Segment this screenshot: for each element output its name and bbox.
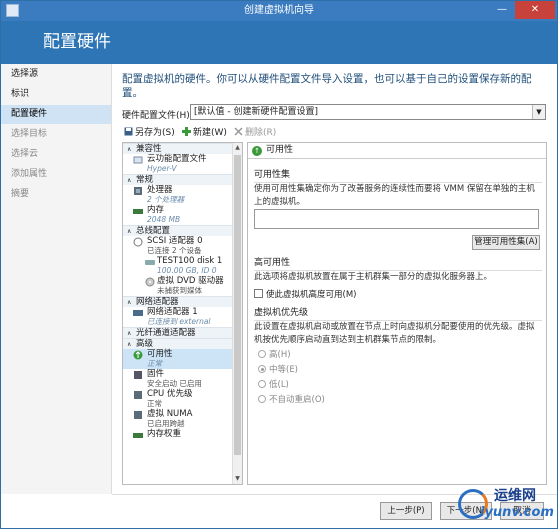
scroll-thumb[interactable] — [234, 155, 241, 455]
delete-icon — [234, 126, 243, 136]
tree-category-compat[interactable]: ∧ 兼容性 — [123, 143, 242, 154]
wizard-nav: 选择源 标识 配置硬件 选择目标 选择云 添加属性 摘要 — [1, 64, 112, 494]
close-button[interactable]: ✕ — [515, 1, 555, 19]
nav-item-destination: 选择目标 — [11, 129, 48, 139]
tree-item-availability[interactable]: 可用性 正常 — [123, 349, 242, 369]
manage-availability-sets-button[interactable]: 管理可用性集(A) — [472, 235, 540, 250]
tree-item-scsi[interactable]: SCSI 适配器 0 已连接 2 个设备 — [123, 236, 242, 256]
availability-set-input[interactable] — [254, 209, 539, 229]
tree-item-processor[interactable]: 处理器 2 个处理器 — [123, 185, 242, 205]
nav-item-summary: 摘要 — [11, 189, 30, 199]
scroll-up-icon[interactable]: ▲ — [233, 143, 242, 153]
priority-no-restart-radio[interactable]: 不自动重启(O) — [258, 395, 325, 406]
priority-heading: 虚拟机优先级 — [254, 305, 542, 321]
save-as-button[interactable]: 另存为(S) — [124, 125, 175, 141]
window-title: 创建虚拟机向导 — [244, 5, 314, 16]
high-availability-desc: 此选项将虚拟机放置在属于主机群集一部分的虚拟化服务器上。 — [254, 272, 493, 282]
watermark-logo: 运维网 iyunv.com — [456, 481, 557, 527]
minimize-button[interactable]: — — [491, 1, 513, 19]
cpu-priority-icon — [133, 390, 143, 400]
tree-item-firmware[interactable]: 固件 安全启动 已启用 — [123, 369, 242, 389]
priority-desc: 此设置在虚拟机启动或放置在节点上时向虚拟机分配要使用的优先级。虚拟机按优先顺序启… — [254, 322, 535, 345]
tree-item-memory-weight[interactable]: 内存权重 — [123, 429, 242, 439]
tree-category-fc[interactable]: ∧ 光纤通道适配器 — [123, 327, 242, 338]
previous-button[interactable]: 上一步(P) — [380, 502, 432, 520]
tree-item-cloud-capability[interactable]: 云功能配置文件 Hyper-V — [123, 154, 242, 174]
tree-category-network[interactable]: ∧ 网络适配器 — [123, 296, 242, 307]
network-icon — [133, 308, 143, 318]
availability-set-desc: 使用可用性集确定你为了改善服务的连续性而要将 VMM 保留在单独的主机上的虚拟机… — [254, 184, 535, 207]
nav-item-source[interactable]: 选择源 — [1, 65, 111, 84]
chevron-down-icon[interactable]: ▼ — [532, 105, 545, 119]
dvd-icon — [145, 277, 155, 287]
memory-icon — [133, 206, 143, 216]
priority-high-radio[interactable]: 高(H) — [258, 350, 291, 361]
availability-set-heading: 可用性集 — [254, 167, 542, 183]
cloud-icon — [133, 155, 143, 165]
intro-text: 配置虚拟机的硬件。你可以从硬件配置文件导入设置，也可以基于自己的设置保存新的配置… — [122, 73, 532, 99]
tree-item-disk[interactable]: TEST100 disk 1 100.00 GB, ID 0 — [123, 256, 242, 276]
processor-icon — [133, 186, 143, 196]
disk-icon — [145, 257, 155, 267]
scsi-icon — [133, 237, 143, 247]
details-panel: ↑ 可用性 可用性集 使用可用性集确定你为了改善服务的连续性而要将 VMM 保留… — [247, 142, 547, 485]
watermark-text-url: iyunv.com — [480, 505, 554, 520]
checkbox-box[interactable] — [254, 289, 263, 298]
tree-item-nic[interactable]: 网络适配器 1 已连接到 external — [123, 307, 242, 327]
nav-item-cloud: 选择云 — [11, 149, 39, 159]
new-button[interactable]: 新建(W) — [182, 125, 227, 141]
main-content: 配置虚拟机的硬件。你可以从硬件配置文件导入设置，也可以基于自己的设置保存新的配置… — [112, 64, 557, 494]
scroll-down-icon[interactable]: ▼ — [233, 474, 242, 484]
wizard-window: 创建虚拟机向导 — ✕ 配置硬件 选择源 标识 配置硬件 选择目标 选择云 添加… — [0, 0, 558, 529]
priority-low-radio[interactable]: 低(L) — [258, 380, 289, 391]
tree-category-bus[interactable]: ∧ 总线配置 — [123, 225, 242, 236]
nav-item-identity[interactable]: 标识 — [1, 85, 111, 104]
title-bar: 创建虚拟机向导 — ✕ — [1, 1, 557, 21]
high-availability-checkbox[interactable]: 使此虚拟机高度可用(M) — [254, 289, 356, 301]
save-as-label: 另存为(S) — [135, 128, 175, 138]
availability-header-icon: ↑ — [252, 146, 262, 156]
delete-label: 删除(R) — [245, 128, 277, 138]
firmware-icon — [133, 370, 143, 380]
new-label: 新建(W) — [193, 128, 227, 138]
app-icon — [6, 4, 19, 17]
high-availability-heading: 高可用性 — [254, 255, 542, 271]
memory-weight-icon — [133, 430, 143, 440]
nav-item-properties: 添加属性 — [11, 169, 48, 179]
tree-item-dvd[interactable]: 虚拟 DVD 驱动器 未捕获到媒体 — [123, 276, 242, 296]
tree-item-numa[interactable]: 虚拟 NUMA 已启用跨越 — [123, 409, 242, 429]
priority-medium-radio[interactable]: 中等(E) — [258, 365, 298, 376]
profile-value: [默认值 - 创建新硬件配置设置] — [194, 107, 318, 117]
profile-select[interactable]: [默认值 - 创建新硬件配置设置] ▼ — [190, 104, 546, 120]
panel-header: ↑ 可用性 — [248, 143, 546, 159]
watermark-text-cn: 运维网 — [494, 488, 536, 504]
tree-scrollbar[interactable]: ▲ ▼ — [232, 143, 242, 484]
hardware-tree: ∧ 兼容性 云功能配置文件 Hyper-V ∧ 常规 处理器 2 个处理器 内存 2… — [122, 142, 243, 485]
nav-item-hardware[interactable]: 配置硬件 — [1, 105, 111, 124]
save-icon — [124, 126, 133, 136]
tree-category-general[interactable]: ∧ 常规 — [123, 174, 242, 185]
numa-icon — [133, 410, 143, 420]
availability-icon — [133, 350, 143, 360]
profile-label: 硬件配置文件(H): — [122, 111, 193, 121]
tree-item-memory[interactable]: 内存 2048 MB — [123, 205, 242, 225]
tree-category-advanced[interactable]: ∧ 高级 — [123, 338, 242, 349]
delete-button[interactable]: 删除(R) — [234, 125, 276, 141]
page-banner: 配置硬件 — [1, 21, 557, 64]
tree-item-cpu-priority[interactable]: CPU 优先级 正常 — [123, 389, 242, 409]
add-icon — [182, 126, 191, 136]
